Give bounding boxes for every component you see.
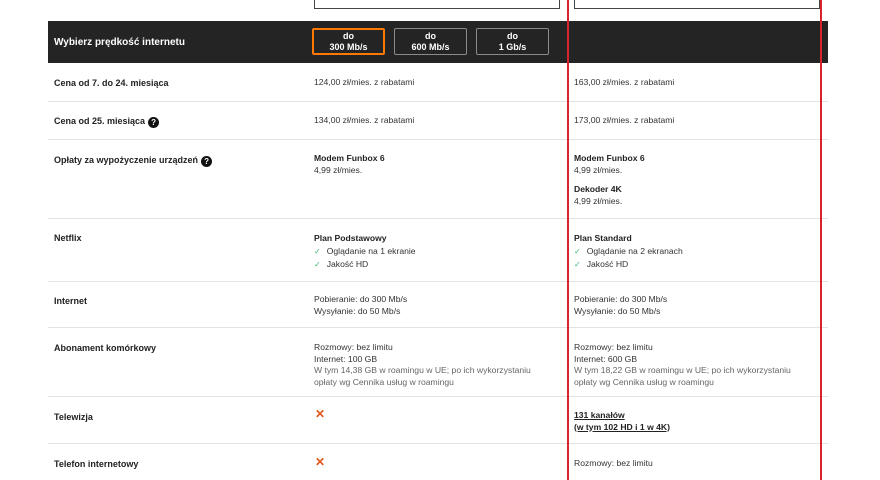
help-icon[interactable]: ? (148, 117, 160, 128)
plan2-phone: Rozmowy: bez limitu (574, 458, 653, 468)
row-divider (48, 396, 828, 397)
row-label-rental: Opłaty za wypożyczenie urządzeń? (54, 155, 213, 167)
plan2-top-box (574, 0, 820, 9)
plan2-price-25: 173,00 zł/mies. z rabatami (574, 115, 675, 125)
speed-600-button[interactable]: do 600 Mb/s (394, 28, 467, 55)
row-label-rental-text: Opłaty za wypożyczenie urządzeń (54, 155, 199, 165)
row-label-netflix: Netflix (54, 233, 82, 243)
check-icon: ✓ (574, 247, 581, 256)
plan1-price-25: 134,00 zł/mies. z rabatami (314, 115, 415, 125)
plan2-netflix-feature1: Oglądanie na 2 ekranach (586, 246, 683, 256)
plan1-netflix-title: Plan Podstawowy (314, 233, 387, 243)
help-icon[interactable]: ? (201, 156, 213, 167)
row-label-price-7-24: Cena od 7. do 24. miesiąca (54, 78, 169, 88)
check-icon: ✓ (574, 260, 581, 269)
speed-600-line1: do (425, 31, 436, 41)
plan2-tv-channels-link[interactable]: 131 kanałów (574, 410, 670, 422)
row-label-mobile: Abonament komórkowy (54, 343, 157, 353)
plan2-price-7-24: 163,00 zł/mies. z rabatami (574, 77, 675, 87)
highlight-border-left (567, 0, 569, 480)
row-divider (48, 139, 828, 140)
check-icon: ✓ (314, 247, 321, 256)
plan1-mobile-roaming1: W tym 14,38 GB w roamingu w UE; po ich w… (314, 365, 531, 375)
plan1-price-7-24: 124,00 zł/mies. z rabatami (314, 77, 415, 87)
plan1-mobile-roaming2: opłaty wg Cennika usług w roamingu (314, 376, 454, 387)
row-label-price-25: Cena od 25. miesiąca? (54, 116, 160, 128)
plan2-internet: Pobieranie: do 300 Mb/s Wysyłanie: do 50… (574, 294, 667, 317)
plan1-netflix-feature1: Oglądanie na 1 ekranie (326, 246, 416, 256)
plan1-netflix: Plan Podstawowy ✓ Oglądanie na 1 ekranie … (314, 232, 416, 271)
plan2-mobile-roaming2: opłaty wg Cennika usług w roamingu (574, 376, 714, 387)
plan2-internet-down: Pobieranie: do 300 Mb/s (574, 294, 668, 304)
plan1-rental-device: Modem Funbox 6 (314, 153, 385, 163)
speed-300-line1: do (343, 31, 354, 41)
speed-1g-button[interactable]: do 1 Gb/s (476, 28, 549, 55)
plan1-top-box (314, 0, 560, 9)
plan2-mobile-calls: Rozmowy: bez limitu (574, 342, 653, 352)
row-label-price-25-text: Cena od 25. miesiąca (54, 116, 146, 126)
plan1-rental: Modem Funbox 6 4,99 zł/mies. (314, 153, 385, 176)
plan2-rental-device2: Dekoder 4K (574, 184, 622, 194)
plan2-netflix-feature2: Jakość HD (586, 259, 629, 269)
row-divider (48, 281, 828, 282)
cross-icon: ✕ (315, 455, 326, 469)
speed-1g-line1: do (507, 31, 518, 41)
row-divider (48, 101, 828, 102)
cross-icon: ✕ (315, 407, 326, 421)
plan2-rental-price1: 4,99 zł/mies. (574, 164, 623, 175)
plan2-mobile: Rozmowy: bez limitu Internet: 600 GB W t… (574, 342, 791, 388)
plan1-mobile: Rozmowy: bez limitu Internet: 100 GB W t… (314, 342, 531, 388)
row-label-phone: Telefon internetowy (54, 459, 139, 469)
plan2-tv-channels-detail-link[interactable]: (w tym 102 HD i 1 w 4K) (574, 422, 670, 434)
row-divider (48, 443, 828, 444)
plan1-mobile-data: Internet: 100 GB (314, 353, 378, 364)
plan2-mobile-data: Internet: 600 GB (574, 353, 638, 364)
row-label-internet: Internet (54, 296, 88, 306)
plan2-internet-up: Wysyłanie: do 50 Mb/s (574, 305, 661, 316)
speed-selector-bar: Wybierz prędkość internetu do 300 Mb/s d… (48, 21, 828, 63)
plan1-internet-up: Wysyłanie: do 50 Mb/s (314, 305, 401, 316)
plan2-netflix-title: Plan Standard (574, 233, 632, 243)
plan2-rental: Modem Funbox 6 4,99 zł/mies. Dekoder 4K … (574, 153, 645, 207)
plan1-rental-price: 4,99 zł/mies. (314, 164, 363, 175)
plan1-mobile-calls: Rozmowy: bez limitu (314, 342, 393, 352)
check-icon: ✓ (314, 260, 321, 269)
plan2-tv: 131 kanałów (w tym 102 HD i 1 w 4K) (574, 410, 670, 433)
speed-600-line2: 600 Mb/s (411, 42, 450, 52)
row-label-tv: Telewizja (54, 412, 93, 422)
speed-1g-line2: 1 Gb/s (498, 42, 527, 52)
plan2-mobile-roaming1: W tym 18,22 GB w roamingu w UE; po ich w… (574, 365, 791, 375)
highlight-border-right (820, 0, 822, 480)
plan1-internet-down: Pobieranie: do 300 Mb/s (314, 294, 408, 304)
plan1-internet: Pobieranie: do 300 Mb/s Wysyłanie: do 50… (314, 294, 407, 317)
row-divider (48, 327, 828, 328)
plan2-rental-device1: Modem Funbox 6 (574, 153, 645, 163)
row-divider (48, 218, 828, 219)
plan2-netflix: Plan Standard ✓ Oglądanie na 2 ekranach ✓… (574, 232, 683, 271)
speed-300-button[interactable]: do 300 Mb/s (312, 28, 385, 55)
speed-selector-label: Wybierz prędkość internetu (54, 37, 185, 48)
plan2-rental-price2: 4,99 zł/mies. (574, 195, 623, 206)
speed-300-line2: 300 Mb/s (329, 42, 368, 52)
plan1-netflix-feature2: Jakość HD (326, 259, 369, 269)
